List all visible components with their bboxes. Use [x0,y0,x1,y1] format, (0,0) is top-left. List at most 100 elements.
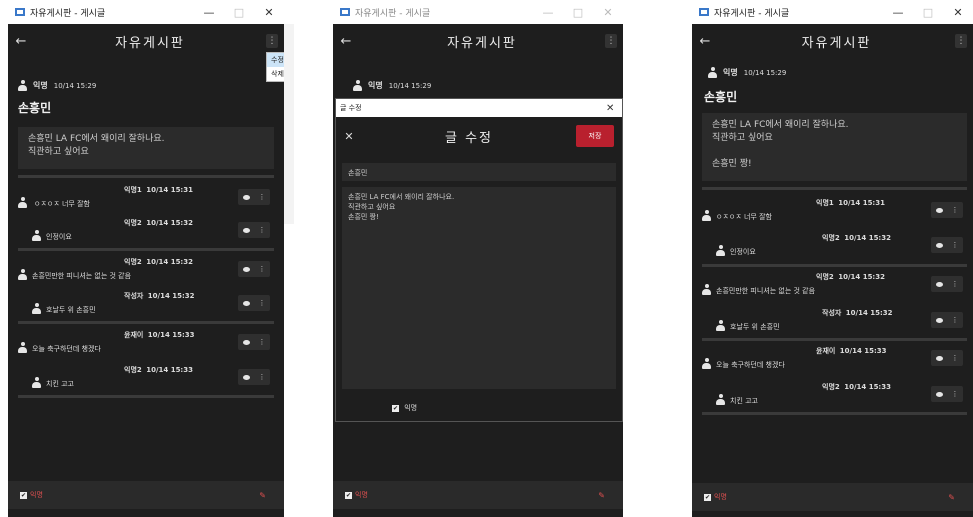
anonymous-checkbox[interactable]: ✔ [704,493,711,501]
maximize-button[interactable]: □ [563,6,593,19]
speech-bubble-icon[interactable] [935,391,943,397]
comment-actions: ⋮ [238,334,270,350]
comment-actions: ⋮ [238,369,270,385]
dialog-window-title: 글 수정 [340,104,362,112]
speech-bubble-icon[interactable] [935,242,943,248]
back-arrow-icon[interactable]: ← [333,34,359,49]
edit-title: 글 수정 [444,130,493,146]
save-button[interactable]: 저장 [576,125,614,147]
speech-bubble-icon[interactable] [242,300,250,306]
comment-author: 윤재이 [816,347,836,355]
comment-item: 익명1 10/14 15:31 ㅇㅈㅇㅈ 너무 잘함 ⋮ [18,183,274,213]
post-menu-button[interactable]: ⋮ [955,34,967,48]
comment-datetime: 10/14 15:32 [845,309,893,317]
user-icon [708,67,717,78]
speech-bubble-icon[interactable] [935,207,943,213]
comment-datetime: 10/14 15:31 [146,186,193,194]
comment-datetime: 10/14 15:33 [147,331,195,339]
maximize-button[interactable]: □ [224,6,254,19]
comment-menu-icon[interactable]: ⋮ [952,390,959,398]
speech-bubble-icon[interactable] [242,374,250,380]
comment-menu-icon[interactable]: ⋮ [952,241,959,249]
comment-menu-icon[interactable]: ⋮ [259,373,266,381]
comment-menu-icon[interactable]: ⋮ [259,338,266,346]
comment-menu-icon[interactable]: ⋮ [952,206,959,214]
speech-bubble-icon[interactable] [242,194,250,200]
comment-menu-icon[interactable]: ⋮ [259,226,266,234]
board-title: 자유게시판 [447,35,517,51]
close-icon[interactable]: ✕ [336,130,362,143]
anonymous-checkbox[interactable]: ✔ [392,405,399,412]
edit-dialog: 글 수정 ✕ ✕ 글 수정 저장 손흥민 손흥민 LA FC에서 왜이리 잘하나… [335,98,623,422]
app-icon [15,8,25,16]
comment-menu-icon[interactable]: ⋮ [952,280,959,288]
content-line: 직관하고 싶어요 [712,133,773,143]
close-button[interactable]: ✕ [943,6,973,19]
title-input[interactable]: 손흥민 [342,163,616,181]
content-line: 손흥민 LA FC에서 왜이리 잘하나요. [28,134,165,144]
board-title: 자유게시판 [115,35,185,51]
comment-menu-icon[interactable]: ⋮ [259,265,266,273]
user-icon [32,303,41,314]
write-comment-icon[interactable]: ✎ [259,491,266,500]
post-menu-button[interactable]: ⋮ [605,34,617,48]
close-button[interactable]: ✕ [254,6,284,19]
comment-item: 윤재이 10/14 15:33 오늘 축구하던데 챙겠다 ⋮ [702,344,967,374]
write-comment-icon[interactable]: ✎ [948,493,955,502]
comment-datetime: 10/14 15:32 [146,219,193,227]
user-icon [32,377,41,388]
dialog-close-button[interactable]: ✕ [606,103,622,114]
speech-bubble-icon[interactable] [242,266,250,272]
speech-bubble-icon[interactable] [935,281,943,287]
minimize-button[interactable]: — [194,6,224,19]
comment-actions: ⋮ [238,261,270,277]
comment-text: 오늘 축구하던데 챙겠다 [32,345,101,353]
app-icon [699,8,709,16]
speech-bubble-icon[interactable] [935,355,943,361]
user-icon [702,358,711,369]
comment-text: 인정이요 [46,233,72,241]
comment-text: 치킨 고고 [46,380,74,388]
content-textarea[interactable]: 손흥민 LA FC에서 왜이리 잘하나요. 직관하고 싶어요 손흥민 짱! [342,187,616,389]
comment-text: 오늘 축구하던데 챙겠다 [716,361,785,369]
comment-author: 익명2 [124,366,142,374]
divider [702,338,967,341]
minimize-button[interactable]: — [533,6,563,19]
post-datetime: 10/14 15:29 [388,81,432,90]
divider [18,321,274,324]
comment-text: 치킨 고고 [730,397,758,405]
comment-text: ㅇㅈㅇㅈ 너무 잘함 [34,200,90,208]
comment-menu-icon[interactable]: ⋮ [952,316,959,324]
comment-datetime: 10/14 15:32 [146,258,193,266]
anonymous-label: 익명 [355,491,368,499]
write-comment-icon[interactable]: ✎ [598,491,605,500]
speech-bubble-icon[interactable] [242,339,250,345]
post-menu-button[interactable]: ⋮ [266,34,278,48]
speech-bubble-icon[interactable] [242,227,250,233]
speech-bubble-icon[interactable] [935,317,943,323]
anonymous-label: 익명 [714,493,727,501]
anonymous-checkbox[interactable]: ✔ [20,491,27,499]
board-header: ← 자유게시판 ⋮ [333,24,623,58]
comment-menu-icon[interactable]: ⋮ [259,299,266,307]
minimize-button[interactable]: — [883,6,913,19]
comment-meta: 윤재이 10/14 15:33 [816,346,887,356]
window-title: 자유게시판 - 게시글 [714,8,790,19]
back-arrow-icon[interactable]: ← [692,34,718,49]
board-header: ← 자유게시판 ⋮ [8,24,284,58]
comment-item: 익명2 10/14 15:32 손흥민만한 피니셔는 없는 것 같음 ⋮ [18,255,274,285]
comment-text: 인정이요 [730,248,756,256]
anonymous-checkbox[interactable]: ✔ [345,491,352,499]
window-title: 자유게시판 - 게시글 [30,8,106,19]
close-button[interactable]: ✕ [593,6,623,19]
comment-menu-icon[interactable]: ⋮ [259,193,266,201]
user-icon [353,80,362,91]
comment-menu-icon[interactable]: ⋮ [952,354,959,362]
content-line: 손흥민 LA FC에서 왜이리 잘하나요. [348,193,455,201]
content-line [712,145,957,158]
post-author: 익명 [368,81,383,90]
reply-item: 익명2 10/14 15:33 치킨 고고 ⋮ [702,380,967,410]
back-arrow-icon[interactable]: ← [8,34,34,49]
divider [702,264,967,267]
maximize-button[interactable]: □ [913,6,943,19]
